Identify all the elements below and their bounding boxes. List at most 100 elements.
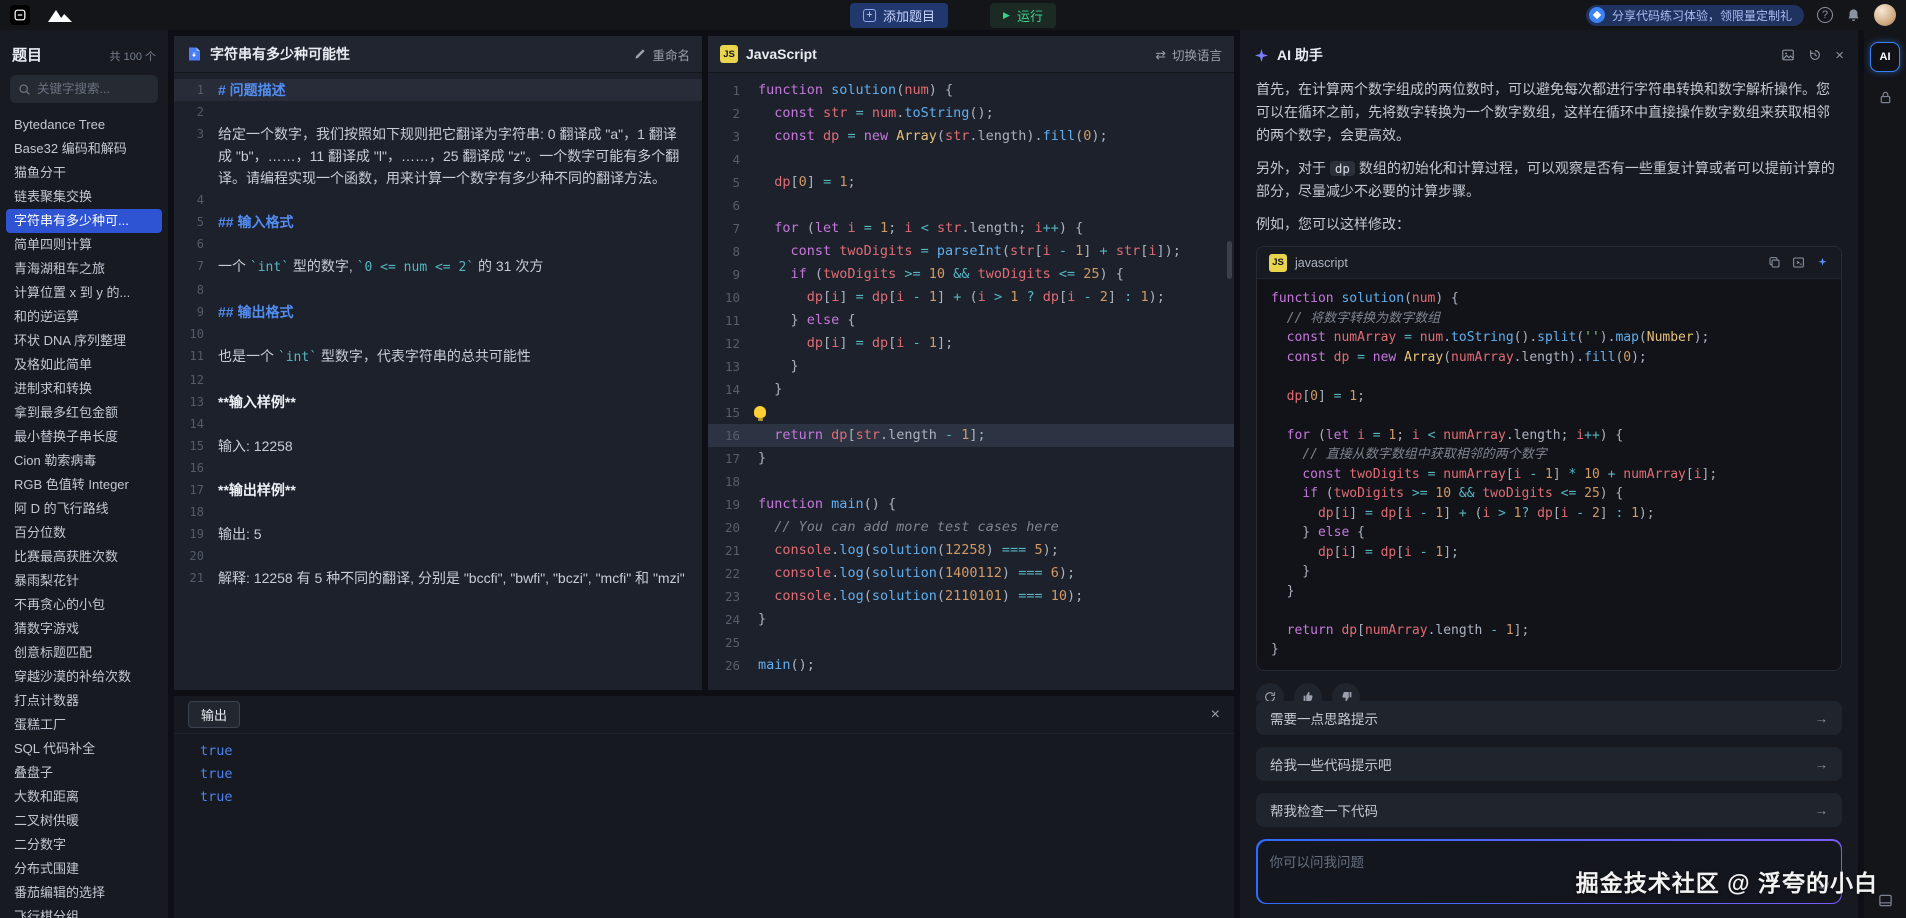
ai-code-line: }: [1271, 640, 1827, 660]
sidebar-item[interactable]: 二分数字: [6, 833, 162, 857]
sidebar-item[interactable]: 蛋糕工厂: [6, 713, 162, 737]
sidebar-item[interactable]: Base32 编码和解码: [6, 137, 162, 161]
sidebar-item[interactable]: 计算位置 x 到 y 的...: [6, 281, 162, 305]
js-badge-icon: JS: [1269, 254, 1287, 272]
line-number: 11: [174, 345, 218, 369]
sidebar-item[interactable]: 环状 DNA 序列整理: [6, 329, 162, 353]
line-number: 21: [174, 567, 218, 589]
ai-code-lines[interactable]: function solution(num) { // 将数字转换为数字数组 c…: [1257, 279, 1841, 670]
watermark: 掘金技术社区 @ 浮夸的小白: [1576, 864, 1878, 898]
insert-code-icon[interactable]: [1792, 256, 1805, 269]
sidebar-item[interactable]: 打点计数器: [6, 689, 162, 713]
sidebar-item[interactable]: Cion 勒索病毒: [6, 449, 162, 473]
sidebar-item[interactable]: 百分位数: [6, 521, 162, 545]
share-banner[interactable]: 分享代码练习体验，领限量定制礼: [1586, 5, 1804, 26]
editor-panel-header: JS JavaScript ⇄ 切换语言: [708, 36, 1234, 73]
ai-feedback-row: [1256, 683, 1842, 702]
hint-lightbulb-icon[interactable]: [754, 406, 766, 418]
line-number: 13: [708, 355, 758, 378]
sidebar-item[interactable]: 最小替换子串长度: [6, 425, 162, 449]
sparkle-icon: [1254, 48, 1269, 63]
sidebar-item[interactable]: 分布式围建: [6, 857, 162, 881]
output-close-icon[interactable]: ×: [1211, 706, 1220, 724]
ai-code-block: JS javascript: [1256, 246, 1842, 671]
sidebar-item[interactable]: 字符串有多少种可...: [6, 209, 162, 233]
brand-mountain-logo-icon[interactable]: [42, 4, 78, 26]
sidebar-item[interactable]: 链表聚集交换: [6, 185, 162, 209]
line-number: 21: [708, 539, 758, 562]
line-number: 2: [708, 102, 758, 125]
line-number: 20: [174, 545, 218, 567]
ai-assistant-toggle[interactable]: AI: [1870, 42, 1900, 72]
editor-scrollbar[interactable]: [1227, 241, 1232, 279]
app-logo-icon[interactable]: [10, 5, 30, 25]
ai-suggestions: 需要一点思路提示→ 给我一些代码提示吧→ 帮我检查一下代码→: [1256, 701, 1842, 827]
sidebar-item[interactable]: 大数和距离: [6, 785, 162, 809]
editor-lines[interactable]: 1function solution(num) {2 const str = n…: [708, 73, 1234, 690]
sidebar-item[interactable]: 二叉树供暖: [6, 809, 162, 833]
line-number: 22: [708, 562, 758, 585]
lock-icon[interactable]: [1878, 90, 1893, 105]
sidebar-item[interactable]: 猜数字游戏: [6, 617, 162, 641]
arrow-right-icon: →: [1815, 803, 1829, 818]
bell-icon[interactable]: [1846, 8, 1861, 23]
code-line: 25: [708, 631, 1234, 654]
sidebar-item[interactable]: 飞行棋分组: [6, 905, 162, 918]
markdown-line: 21解释: 12258 有 5 种不同的翻译, 分别是 "bccfi", "bw…: [174, 567, 702, 589]
sidebar-item[interactable]: 拿到最多红包金额: [6, 401, 162, 425]
ai-code-line: // 直接从数字数组中获取相邻的两个数字: [1271, 445, 1827, 465]
sidebar-item[interactable]: 不再贪心的小包: [6, 593, 162, 617]
ai-suggestion[interactable]: 帮我检查一下代码→: [1256, 793, 1842, 827]
regenerate-icon[interactable]: [1256, 683, 1284, 702]
ai-suggestion[interactable]: 给我一些代码提示吧→: [1256, 747, 1842, 781]
sidebar-item[interactable]: 猫鱼分干: [6, 161, 162, 185]
sidebar-item[interactable]: 和的逆运算: [6, 305, 162, 329]
line-number: 8: [708, 240, 758, 263]
help-icon[interactable]: ?: [1817, 7, 1833, 23]
ai-close-icon[interactable]: ×: [1835, 47, 1844, 64]
sidebar-item[interactable]: 创意标题匹配: [6, 641, 162, 665]
search-input[interactable]: [37, 82, 150, 96]
sidebar-item[interactable]: 暴雨梨花针: [6, 569, 162, 593]
sidebar-item[interactable]: 阿 D 的飞行路线: [6, 497, 162, 521]
avatar[interactable]: [1874, 4, 1896, 26]
sidebar-item[interactable]: SQL 代码补全: [6, 737, 162, 761]
line-number: 16: [174, 457, 218, 479]
ai-suggestion[interactable]: 需要一点思路提示→: [1256, 701, 1842, 735]
code-line: 24}: [708, 608, 1234, 631]
problem-lines[interactable]: 1# 问题描述23给定一个数字，我们按照如下规则把它翻译为字符串: 0 翻译成 …: [174, 73, 702, 690]
line-number: 10: [708, 286, 758, 309]
sidebar-item[interactable]: 青海湖租车之旅: [6, 257, 162, 281]
sidebar-item[interactable]: RGB 色值转 Integer: [6, 473, 162, 497]
play-icon: ▶: [1003, 10, 1010, 21]
rename-button[interactable]: 重命名: [634, 45, 690, 64]
ai-paragraph: 首先，在计算两个数字组成的两位数时，可以避免每次都进行字符串转换和数字解析操作。…: [1256, 78, 1842, 147]
line-number: 25: [708, 631, 758, 654]
sidebar-item[interactable]: Bytedance Tree: [6, 113, 162, 137]
thumbs-down-icon[interactable]: [1332, 683, 1360, 702]
history-icon[interactable]: [1808, 48, 1822, 62]
sidebar-item[interactable]: 叠盘子: [6, 761, 162, 785]
export-image-icon[interactable]: [1781, 48, 1795, 62]
sidebar-item[interactable]: 简单四则计算: [6, 233, 162, 257]
sidebar-item[interactable]: 及格如此简单: [6, 353, 162, 377]
thumbs-up-icon[interactable]: [1294, 683, 1322, 702]
search-icon: [18, 83, 31, 96]
add-problem-button[interactable]: + 添加题目: [850, 3, 948, 28]
sidebar-item[interactable]: 穿越沙漠的补给次数: [6, 665, 162, 689]
output-tab[interactable]: 输出: [188, 701, 240, 728]
problems-sidebar: 题目 共 100 个 Bytedance TreeBase32 编码和解码猫鱼分…: [0, 30, 168, 918]
markdown-line: 9## 输出格式: [174, 301, 702, 323]
sidebar-item[interactable]: 进制求和转换: [6, 377, 162, 401]
sidebar-item[interactable]: 比赛最高获胜次数: [6, 545, 162, 569]
markdown-line: 5## 输入格式: [174, 211, 702, 233]
markdown-line: 15输入: 12258: [174, 435, 702, 457]
sidebar-item[interactable]: 番茄编辑的选择: [6, 881, 162, 905]
magic-icon[interactable]: [1816, 256, 1829, 269]
run-button[interactable]: ▶ 运行: [990, 3, 1056, 28]
panel-toggle-icon[interactable]: [1878, 893, 1893, 908]
markdown-line: 8: [174, 279, 702, 301]
switch-language-button[interactable]: ⇄ 切换语言: [1156, 45, 1223, 64]
markdown-line: 2: [174, 101, 702, 123]
copy-icon[interactable]: [1768, 256, 1781, 269]
